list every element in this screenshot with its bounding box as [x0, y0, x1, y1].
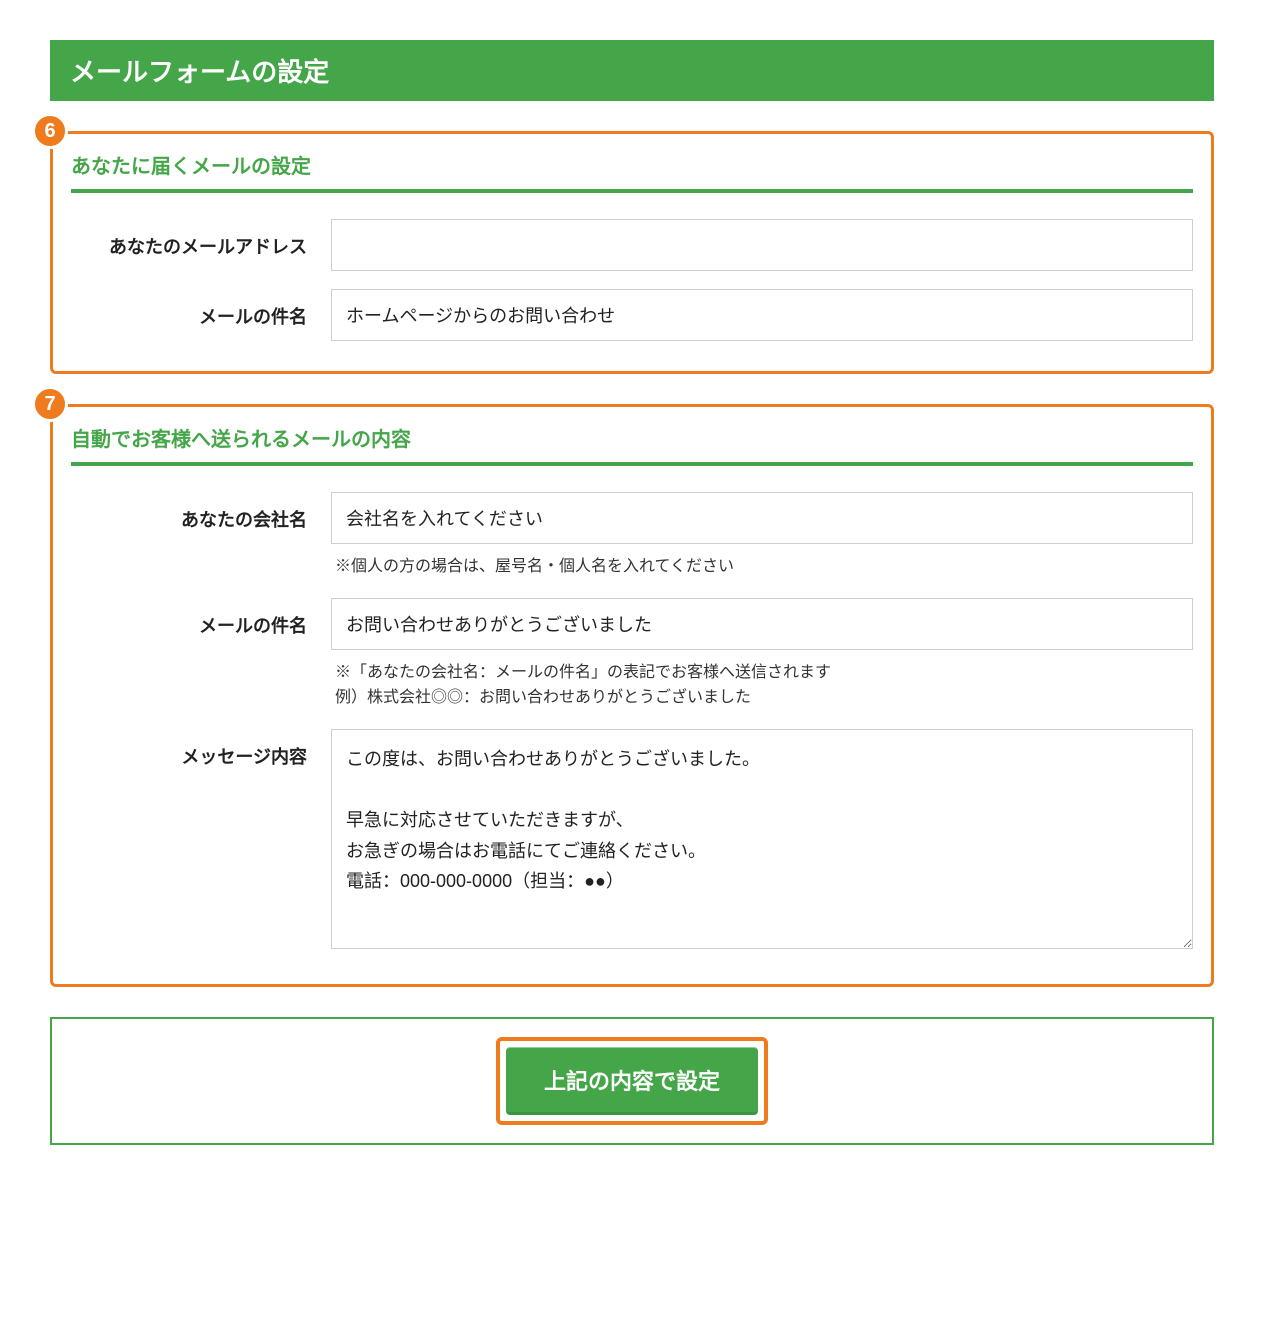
- section-heading: 自動でお客様へ送られるメールの内容: [71, 417, 1193, 466]
- section-auto-reply: 7 自動でお客様へ送られるメールの内容 あなたの会社名 ※個人の方の場合は、屋号…: [50, 404, 1214, 987]
- label-your-email: あなたのメールアドレス: [71, 219, 331, 259]
- hint-line-1: ※「あなたの会社名：メールの件名」の表記でお客様へ送信されます: [335, 664, 831, 681]
- section-heading: あなたに届くメールの設定: [71, 144, 1193, 193]
- submit-button[interactable]: 上記の内容で設定: [506, 1047, 758, 1115]
- row-message-body: メッセージ内容: [71, 729, 1193, 954]
- label-reply-subject: メールの件名: [71, 598, 331, 638]
- textarea-message-body[interactable]: [331, 729, 1193, 949]
- input-your-email[interactable]: [331, 219, 1193, 271]
- hint-line-2: 例）株式会社◎◎：お問い合わせありがとうございました: [335, 689, 751, 706]
- section-box: あなたに届くメールの設定 あなたのメールアドレス メールの件名: [50, 131, 1214, 374]
- step-badge-7: 7: [32, 386, 68, 422]
- row-reply-subject: メールの件名 ※「あなたの会社名：メールの件名」の表記でお客様へ送信されます 例…: [71, 598, 1193, 711]
- step-badge-6: 6: [32, 113, 68, 149]
- section-incoming-mail: 6 あなたに届くメールの設定 あなたのメールアドレス メールの件名: [50, 131, 1214, 374]
- label-message-body: メッセージ内容: [71, 729, 331, 769]
- row-incoming-subject: メールの件名: [71, 289, 1193, 341]
- submit-highlight: 上記の内容で設定: [496, 1037, 768, 1125]
- input-company-name[interactable]: [331, 492, 1193, 544]
- hint-company-name: ※個人の方の場合は、屋号名・個人名を入れてください: [331, 544, 1193, 580]
- hint-reply-subject: ※「あなたの会社名：メールの件名」の表記でお客様へ送信されます 例）株式会社◎◎…: [331, 650, 1193, 711]
- section-box: 自動でお客様へ送られるメールの内容 あなたの会社名 ※個人の方の場合は、屋号名・…: [50, 404, 1214, 987]
- label-company-name: あなたの会社名: [71, 492, 331, 532]
- row-company-name: あなたの会社名 ※個人の方の場合は、屋号名・個人名を入れてください: [71, 492, 1193, 580]
- input-incoming-subject[interactable]: [331, 289, 1193, 341]
- input-reply-subject[interactable]: [331, 598, 1193, 650]
- label-incoming-subject: メールの件名: [71, 289, 331, 329]
- page-title: メールフォームの設定: [50, 40, 1214, 101]
- submit-container: 上記の内容で設定: [50, 1017, 1214, 1145]
- row-your-email: あなたのメールアドレス: [71, 219, 1193, 271]
